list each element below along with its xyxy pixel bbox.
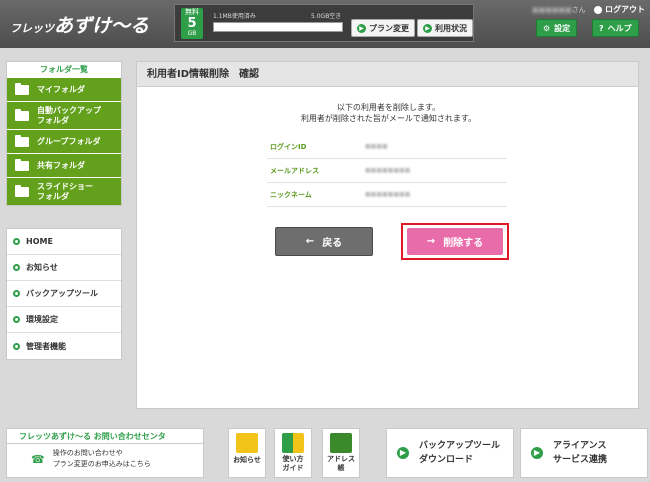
backup-tool-download-button[interactable]: ▶ バックアップツール ダウンロード xyxy=(386,428,514,478)
folder-item-auto-backup[interactable]: 自動バックアップ フォルダ xyxy=(7,101,121,129)
gear-icon: ⚙ xyxy=(543,23,551,33)
alliance-service-button[interactable]: ▶ アライアンス サービス連携 xyxy=(520,428,648,478)
arrow-left-icon: ← xyxy=(305,236,315,247)
guide-shortcut[interactable]: 使い方 ガイド xyxy=(274,428,312,478)
settings-button[interactable]: ⚙ 設定 xyxy=(536,19,578,37)
help-button[interactable]: ? ヘルプ xyxy=(592,19,639,37)
folder-item-my[interactable]: マイフォルダ xyxy=(7,77,121,101)
usage-text: 1.1MB使用済み xyxy=(213,13,256,20)
folder-panel-title: フォルダ一覧 xyxy=(7,62,121,77)
folder-icon xyxy=(15,82,29,95)
plan-badge: 無料 5 GB xyxy=(181,8,203,39)
logout-link[interactable]: ログアウト xyxy=(594,4,645,15)
folder-icon xyxy=(15,184,29,197)
bullet-icon xyxy=(13,342,20,350)
folder-item-slideshow[interactable]: スライドショー フォルダ xyxy=(7,177,121,205)
sidebar-item-admin[interactable]: 管理者機能 xyxy=(7,333,121,359)
phone-icon: ☎ xyxy=(31,452,45,466)
folder-item-shared[interactable]: 共有フォルダ xyxy=(7,153,121,177)
folder-icon xyxy=(15,134,29,147)
folder-item-group[interactable]: グループフォルダ xyxy=(7,129,121,153)
arrow-right-icon: ▶ xyxy=(423,23,432,33)
arrow-right-icon: → xyxy=(426,236,436,247)
free-space-text: 5.0GB空き xyxy=(311,13,342,20)
page-title: 利用者ID情報削除 確認 xyxy=(137,62,638,87)
folder-panel: フォルダ一覧 マイフォルダ 自動バックアップ フォルダ グループフォルダ 共有フ… xyxy=(6,61,122,206)
contact-center-box[interactable]: フレッツあずけ〜る お問い合わせセンタ ☎ 操作のお問い合わせや プラン変更のお… xyxy=(6,428,204,478)
bullet-icon xyxy=(13,264,20,271)
field-row-email: メールアドレス ■■■■■■■■ xyxy=(267,159,507,183)
logout-icon xyxy=(594,5,602,14)
address-book-icon xyxy=(330,433,352,453)
sidebar-item-settings[interactable]: 環境設定 xyxy=(7,307,121,333)
confirm-message-line2: 利用者が削除された旨がメールで通知されます。 xyxy=(300,114,477,123)
usage-status-button[interactable]: ▶ 利用状況 xyxy=(417,19,473,37)
bullet-icon xyxy=(13,316,20,323)
footer: フレッツあずけ〜る お問い合わせセンタ ☎ 操作のお問い合わせや プラン変更のお… xyxy=(0,420,650,482)
folder-icon xyxy=(15,158,29,171)
user-name: ■■■■■■さん xyxy=(532,6,586,14)
notice-shortcut[interactable]: お知らせ xyxy=(228,428,266,478)
usage-progress-bar xyxy=(213,22,343,32)
confirm-message-line1: 以下の利用者を削除します。 xyxy=(336,103,441,112)
help-icon: ? xyxy=(599,23,604,33)
arrow-right-icon: ▶ xyxy=(531,447,543,459)
bullet-icon xyxy=(13,290,20,297)
header-bar: フレッツあずけ〜る 無料 5 GB 1.1MB使用済み 5.0GB空き ▶ プラ… xyxy=(0,0,650,48)
sidebar-nav: HOME お知らせ バックアップツール 環境設定 管理者機能 xyxy=(6,228,122,360)
sidebar-item-notices[interactable]: お知らせ xyxy=(7,255,121,281)
app-logo[interactable]: フレッツあずけ〜る xyxy=(10,11,149,38)
arrow-right-icon: ▶ xyxy=(357,23,366,33)
field-row-login-id: ログインID ■■■■ xyxy=(267,135,507,159)
back-button[interactable]: ← 戻る xyxy=(275,227,373,256)
field-row-nickname: ニックネーム ■■■■■■■■ xyxy=(267,183,507,207)
address-book-shortcut[interactable]: アドレス 帳 xyxy=(322,428,360,478)
plan-panel: 無料 5 GB 1.1MB使用済み 5.0GB空き ▶ プラン変更 ▶ 利用状況 xyxy=(174,4,474,42)
megaphone-icon xyxy=(236,433,258,453)
sidebar-item-home[interactable]: HOME xyxy=(7,229,121,255)
folder-icon xyxy=(15,108,29,121)
delete-button-highlight: → 削除する xyxy=(401,223,509,260)
arrow-right-icon: ▶ xyxy=(397,447,409,459)
delete-button[interactable]: → 削除する xyxy=(407,228,503,255)
sidebar-item-backup-tool[interactable]: バックアップツール xyxy=(7,281,121,307)
plan-change-button[interactable]: ▶ プラン変更 xyxy=(351,19,415,37)
beginner-mark-icon xyxy=(282,433,304,453)
main-panel: 利用者ID情報削除 確認 以下の利用者を削除します。 利用者が削除された旨がメー… xyxy=(136,61,639,409)
bullet-icon xyxy=(13,238,20,245)
